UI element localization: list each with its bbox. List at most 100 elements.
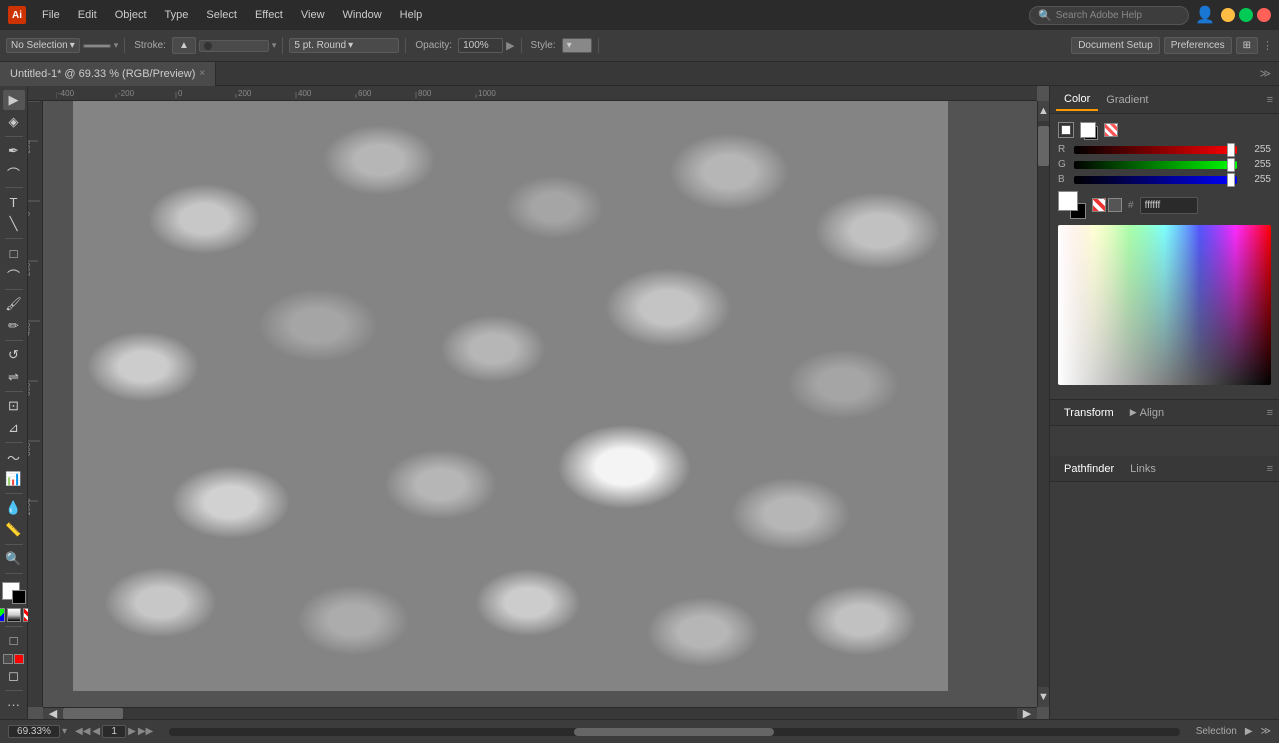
stroke-width-selector[interactable] [199, 40, 269, 52]
close-button[interactable] [1257, 8, 1271, 22]
menu-effect[interactable]: Effect [247, 6, 291, 24]
links-tab[interactable]: Links [1122, 460, 1164, 478]
more-tools-btn[interactable]: ··· [3, 695, 25, 715]
horizontal-scrollbar[interactable]: ◀ ▶ [43, 707, 1037, 719]
draw-behind-btn[interactable] [14, 654, 24, 664]
color-mode-selector[interactable] [1058, 122, 1074, 138]
graph-tool-btn[interactable]: 📊 [3, 469, 25, 489]
knife-tool-btn[interactable]: ⌒ [3, 265, 25, 285]
paintbrush-tool-btn[interactable]: 🖌 [3, 294, 25, 314]
scroll-up-btn[interactable]: ▲ [1038, 101, 1049, 121]
color-spectrum[interactable] [1058, 225, 1271, 385]
status-scrollbar-thumb[interactable] [574, 728, 774, 736]
background-color-swatch[interactable] [12, 590, 26, 604]
warp-tool-btn[interactable]: 〜 [3, 447, 25, 467]
gradient-tab[interactable]: Gradient [1098, 90, 1156, 110]
hscroll-track[interactable] [63, 708, 1017, 719]
gradient-mode-btn[interactable] [7, 608, 21, 622]
transform-tab[interactable]: Transform [1056, 404, 1122, 422]
menu-select[interactable]: Select [198, 6, 245, 24]
search-box[interactable]: 🔍 Search Adobe Help [1029, 6, 1189, 25]
selection-dropdown[interactable]: No Selection ▾ [6, 38, 80, 53]
scroll-down-btn[interactable]: ▼ [1038, 687, 1049, 707]
tab-expand-icon[interactable]: ≫ [1251, 67, 1279, 80]
curvature-tool-btn[interactable]: ⌒ [3, 163, 25, 183]
play-btn[interactable]: ▶ [1245, 726, 1253, 737]
next-artboard-btn[interactable]: ▶▶ [138, 726, 153, 737]
canvas-container[interactable] [73, 101, 948, 691]
status-expand-icon[interactable]: ≫ [1261, 726, 1271, 737]
prev-artboard-btn[interactable]: ◀◀ [75, 726, 90, 737]
shear-tool-btn[interactable]: ⊿ [3, 418, 25, 438]
fg-swatch-large[interactable] [1058, 191, 1078, 211]
menu-view[interactable]: View [293, 6, 333, 24]
panel-options-icon[interactable]: ≡ [1267, 94, 1273, 106]
g-channel-slider[interactable] [1074, 161, 1237, 169]
transform-options-icon[interactable]: ≡ [1267, 407, 1273, 419]
document-tab[interactable]: Untitled-1* @ 69.33 % (RGB/Preview) × [0, 62, 216, 86]
r-channel-slider[interactable] [1074, 146, 1237, 154]
selection-tool-btn[interactable]: ▶ [3, 90, 25, 110]
measure-tool-btn[interactable]: 📏 [3, 520, 25, 540]
doc-tab-close-icon[interactable]: × [199, 68, 205, 79]
direct-selection-tool-btn[interactable]: ◈ [3, 112, 25, 132]
color-mode-btn[interactable] [0, 608, 5, 622]
preferences-button[interactable]: Preferences [1164, 37, 1232, 54]
zoom-input[interactable] [8, 725, 60, 738]
prev-btn[interactable]: ◀ [92, 726, 100, 737]
fill-color-selector[interactable] [83, 44, 111, 48]
menu-help[interactable]: Help [392, 6, 431, 24]
g-slider-thumb[interactable] [1227, 158, 1235, 172]
type-tool-btn[interactable]: T [3, 192, 25, 212]
eyedropper-tool-btn[interactable]: 💧 [3, 498, 25, 518]
hex-input[interactable] [1140, 197, 1198, 214]
screen-mode-btn[interactable]: ◻ [3, 666, 25, 686]
opacity-expand-icon[interactable]: ▶ [506, 39, 514, 52]
draw-mode-btn[interactable]: □ [3, 631, 25, 651]
menu-window[interactable]: Window [335, 6, 390, 24]
fg-color-indicator[interactable] [1080, 122, 1096, 138]
scroll-thumb[interactable] [1038, 126, 1049, 166]
align-tab[interactable]: ▶ Align [1122, 404, 1172, 422]
document-setup-button[interactable]: Document Setup [1071, 37, 1160, 54]
pathfinder-options-icon[interactable]: ≡ [1267, 463, 1273, 475]
scroll-left-btn[interactable]: ◀ [43, 708, 63, 719]
zoom-tool-btn[interactable]: 🔍 [3, 549, 25, 569]
hscroll-thumb[interactable] [63, 708, 123, 719]
none-swatch[interactable] [1092, 198, 1106, 212]
pathfinder-tab[interactable]: Pathfinder [1056, 460, 1122, 478]
b-channel-slider[interactable] [1074, 176, 1237, 184]
none-color-btn[interactable] [1104, 123, 1118, 137]
color-tab[interactable]: Color [1056, 89, 1098, 111]
menu-file[interactable]: File [34, 6, 68, 24]
scroll-track[interactable] [1038, 121, 1049, 687]
rect-tool-btn[interactable]: □ [3, 243, 25, 263]
profile-icon[interactable]: 👤 [1195, 5, 1215, 25]
zoom-dropdown-icon[interactable]: ▾ [62, 726, 67, 737]
scroll-right-btn[interactable]: ▶ [1017, 708, 1037, 719]
artboard-input[interactable] [102, 725, 126, 738]
pencil-tool-btn[interactable]: ✏ [3, 316, 25, 336]
style-selector[interactable]: ▾ [562, 38, 592, 53]
status-scrollbar[interactable] [169, 728, 1179, 736]
menu-object[interactable]: Object [107, 6, 155, 24]
menu-type[interactable]: Type [157, 6, 197, 24]
brush-selector[interactable]: 5 pt. Round ▾ [289, 38, 399, 53]
stroke-up-btn[interactable]: ▲ [172, 37, 196, 54]
more-options-icon[interactable]: ⋮ [1262, 39, 1273, 52]
vertical-scrollbar[interactable]: ▲ ▼ [1037, 101, 1049, 707]
r-slider-thumb[interactable] [1227, 143, 1235, 157]
gradient-swatch[interactable] [1108, 198, 1122, 212]
maximize-button[interactable] [1239, 8, 1253, 22]
line-tool-btn[interactable]: ╲ [3, 214, 25, 234]
rotate-tool-btn[interactable]: ↺ [3, 345, 25, 365]
scale-tool-btn[interactable]: ⊡ [3, 396, 25, 416]
menu-edit[interactable]: Edit [70, 6, 105, 24]
align-options-btn[interactable]: ⊞ [1236, 37, 1258, 54]
opacity-input[interactable] [458, 38, 503, 53]
reflect-tool-btn[interactable]: ⇌ [3, 367, 25, 387]
b-slider-thumb[interactable] [1227, 173, 1235, 187]
minimize-button[interactable] [1221, 8, 1235, 22]
draw-inside-btn[interactable] [3, 654, 13, 664]
next-btn[interactable]: ▶ [128, 726, 136, 737]
